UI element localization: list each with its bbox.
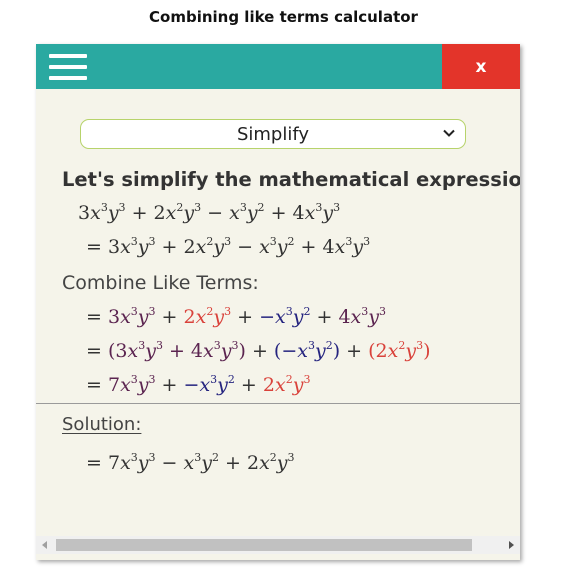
expression-heading: Let's simplify the mathematical expressi… [62, 168, 520, 191]
horizontal-scrollbar[interactable] [36, 536, 520, 554]
divider [36, 403, 520, 404]
close-button[interactable]: x [442, 44, 520, 89]
math-step-grouped-terms: = (3x3y3 + 4x3y3) + (−x3y2) + (2x2y3) [86, 339, 431, 362]
math-step-colored-terms: = 3x3y3 + 2x2y3 + −x3y2 + 4x3y3 [86, 305, 386, 328]
math-original-expression: 3x3y3 + 2x2y3 − x3y2 + 4x3y3 [78, 201, 341, 224]
math-solution: = 7x3y3 − x3y2 + 2x2y3 [86, 451, 295, 474]
top-bar: x [36, 44, 520, 89]
mode-select[interactable]: Simplify [80, 119, 466, 149]
scrollbar-thumb[interactable] [56, 539, 472, 551]
chevron-down-icon [443, 129, 455, 137]
scroll-left-arrow-icon[interactable] [40, 540, 50, 550]
math-step-restated: = 3x3y3 + 2x2y3 − x3y2 + 4x3y3 [86, 235, 371, 258]
menu-icon[interactable] [49, 54, 87, 80]
scroll-right-arrow-icon[interactable] [506, 540, 516, 550]
page-title: Combining like terms calculator [149, 8, 418, 26]
solution-label: Solution: [62, 414, 142, 435]
math-step-combined: = 7x3y3 + −x3y2 + 2x2y3 [86, 373, 311, 396]
combine-like-terms-label: Combine Like Terms: [62, 272, 259, 294]
calculator-window: x Simplify Let's simplify the mathematic… [36, 44, 520, 560]
mode-select-value: Simplify [236, 123, 310, 145]
